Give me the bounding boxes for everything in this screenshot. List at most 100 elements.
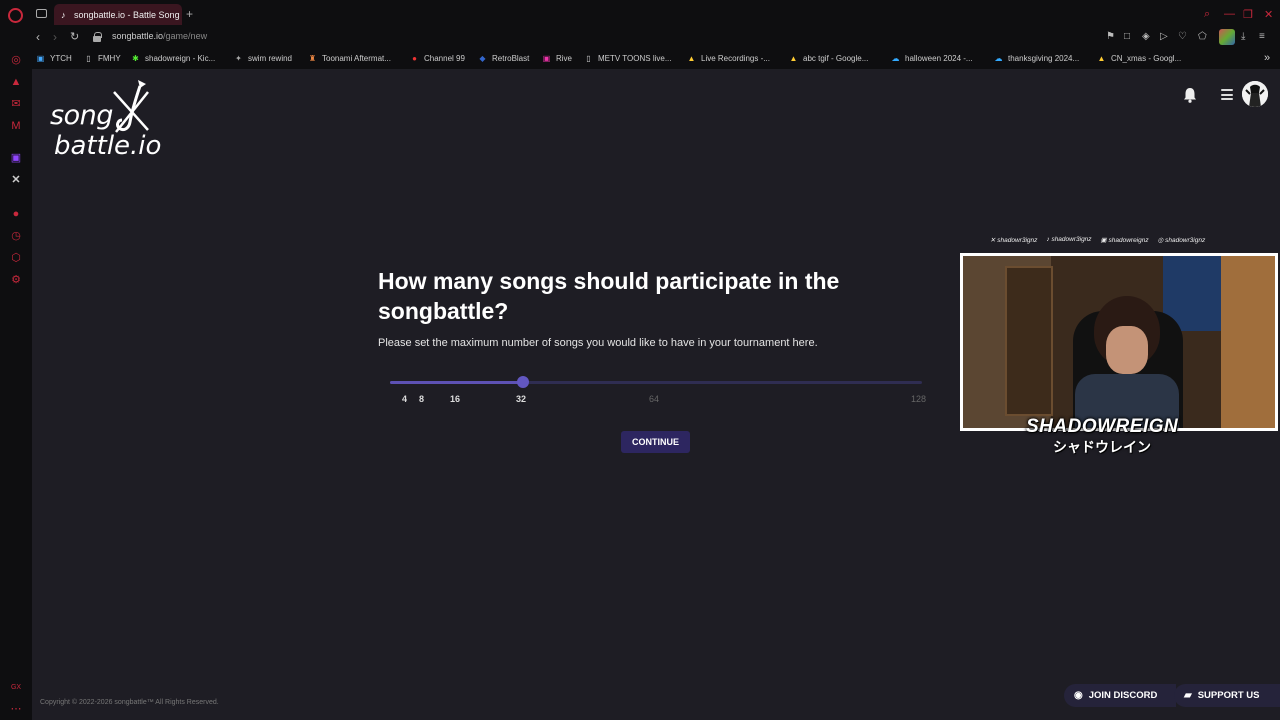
workspaces-icon[interactable] xyxy=(36,9,47,18)
streamer-name-jp: シャドウレイン xyxy=(1053,439,1151,455)
cloud-icon: ☁ xyxy=(891,54,900,63)
back-button[interactable]: ‹ xyxy=(36,30,40,44)
instagram-handle: ◎ shadowr3ignz xyxy=(1157,237,1206,244)
search-icon[interactable]: ⌕ xyxy=(1204,8,1210,21)
slider-thumb[interactable] xyxy=(517,376,529,388)
slider-fill xyxy=(390,381,523,384)
bookmark-item[interactable]: ▯ METV TOONS live... xyxy=(584,54,672,63)
slider-tick[interactable]: 64 xyxy=(649,394,659,404)
bookmark-item[interactable]: ♜ Toonami Aftermat... xyxy=(308,54,391,63)
heart-icon[interactable]: ♡ xyxy=(1178,31,1187,42)
bookmark-label: METV TOONS live... xyxy=(598,54,672,63)
bookmark-label: Live Recordings -... xyxy=(701,54,770,63)
opera-logo-icon[interactable] xyxy=(8,8,23,23)
bookmark-label: swim rewind xyxy=(248,54,293,63)
google-drive-icon: ▲ xyxy=(1097,54,1106,63)
app-root: ◎ ▲ ✉ M ▣ ✕ ● ◷ ⬡ ⚙ GX ⋯ ♪ songbattle.io… xyxy=(0,0,1280,720)
easy-setup-icon[interactable]: ≡ xyxy=(1259,31,1265,42)
bookmark-item[interactable]: ▣ YTCH xyxy=(36,54,72,63)
history-icon[interactable]: ◷ xyxy=(10,230,22,242)
songbattle-logo[interactable]: song battle.io xyxy=(50,78,180,168)
lock-icon[interactable] xyxy=(93,32,102,42)
more-icon[interactable]: ⋯ xyxy=(10,703,22,715)
page-subtext: Please set the maximum number of songs y… xyxy=(378,337,818,349)
slider-tick[interactable]: 4 xyxy=(402,394,407,404)
bookmark-item[interactable]: ▲ abc tgif - Google... xyxy=(789,54,869,63)
bookmark-label: CN_xmas - Googl... xyxy=(1111,54,1182,63)
bookmarks-overflow-icon[interactable]: » xyxy=(1264,52,1270,64)
hamburger-menu-icon[interactable] xyxy=(1221,89,1233,100)
bookmark-item[interactable]: ✦ swim rewind xyxy=(234,54,292,63)
snapshot-icon[interactable]: □ xyxy=(1124,31,1130,42)
maximize-button[interactable]: ❐ xyxy=(1243,8,1253,21)
bookmark-item[interactable]: ▲ Live Recordings -... xyxy=(687,54,770,63)
webcam-shelf xyxy=(1005,266,1053,416)
bookmark-label: FMHY xyxy=(98,54,121,63)
aria-icon[interactable]: ◎ xyxy=(10,54,22,66)
minimize-button[interactable]: — xyxy=(1224,8,1235,20)
bookmark-item[interactable]: ☁ thanksgiving 2024... xyxy=(994,54,1080,63)
gx-icon[interactable]: GX xyxy=(10,682,22,694)
slider-tick[interactable]: 32 xyxy=(516,394,526,404)
join-discord-button[interactable]: ◉ JOIN DISCORD xyxy=(1064,684,1176,707)
slider-tick[interactable]: 8 xyxy=(419,394,424,404)
spotify-icon[interactable]: ● xyxy=(10,208,22,220)
bookmark-item[interactable]: ◆ RetroBlast xyxy=(478,54,529,63)
slider-tick[interactable]: 128 xyxy=(911,394,926,404)
bookmark-item[interactable]: ☁ halloween 2024 -... xyxy=(891,54,973,63)
kick-icon: ✱ xyxy=(132,54,139,63)
notification-bell-icon[interactable] xyxy=(1183,87,1197,103)
bookmark-item[interactable]: ✱ shadowreign - Kic... xyxy=(131,54,215,63)
address-bar: ‹ › ↻ songbattle.io/game/new ⚑ □ ◈ ▷ ♡ ⬠… xyxy=(32,28,1280,48)
song-count-slider[interactable] xyxy=(390,376,922,388)
messenger-icon[interactable]: ✉ xyxy=(10,98,22,110)
tab-bar: ♪ songbattle.io - Battle Song + ⌕ — ❐ ✕ xyxy=(32,0,1280,28)
twitch-icon[interactable]: ▣ xyxy=(10,152,22,164)
close-button[interactable]: ✕ xyxy=(1264,8,1273,21)
bookmark-item[interactable]: ▲ CN_xmas - Googl... xyxy=(1097,54,1182,63)
x-icon[interactable]: ✕ xyxy=(10,174,22,186)
user-avatar[interactable] xyxy=(1242,81,1268,107)
gmail-icon[interactable]: M xyxy=(10,120,22,132)
crypto-wallet-icon[interactable]: ▲ xyxy=(10,76,22,88)
rive-icon: ▣ xyxy=(542,54,551,63)
reload-button[interactable]: ↻ xyxy=(70,30,79,43)
pin-icon[interactable]: ⚑ xyxy=(1106,31,1115,42)
forward-button[interactable]: › xyxy=(53,30,57,44)
bookmark-label: Channel 99 xyxy=(424,54,465,63)
url-host: songbattle.io xyxy=(112,31,164,41)
toonami-icon: ♜ xyxy=(308,54,317,63)
url-field[interactable]: songbattle.io/game/new xyxy=(112,31,207,41)
avatar-figure-icon xyxy=(1242,81,1268,107)
tiktok-handle: ♪ shadowr3ignz xyxy=(1046,236,1092,243)
cloud-icon: ☁ xyxy=(994,54,1003,63)
google-drive-icon: ▲ xyxy=(789,54,798,63)
join-discord-label: JOIN DISCORD xyxy=(1088,690,1158,701)
tab-title: songbattle.io - Battle Song xyxy=(74,9,180,20)
continue-button[interactable]: CONTINUE xyxy=(621,431,690,453)
support-us-button[interactable]: ▰ SUPPORT US xyxy=(1174,684,1280,707)
slider-tick[interactable]: 16 xyxy=(450,394,460,404)
settings-icon[interactable]: ⚙ xyxy=(10,274,22,286)
new-tab-button[interactable]: + xyxy=(186,7,193,21)
download-icon[interactable]: ⤓ xyxy=(1241,31,1245,42)
social-handle: shadowr3ignz xyxy=(997,237,1038,244)
vpn-icon[interactable]: ◈ xyxy=(1142,31,1150,42)
bookmark-label: thanksgiving 2024... xyxy=(1008,54,1080,63)
streamer-name: SHADOWREIGN xyxy=(1026,416,1179,437)
webcam-dresser xyxy=(1221,256,1275,428)
profile-avatar[interactable] xyxy=(1219,29,1235,45)
twitch-handle: ▣ shadowreignz xyxy=(1100,237,1149,244)
saxophone-icon xyxy=(113,80,149,133)
webcam-overlay xyxy=(960,253,1278,431)
page-question-heading: How many songs should participate in the… xyxy=(378,268,840,324)
bookmark-item[interactable]: ▯ FMHY xyxy=(84,54,121,63)
player-icon[interactable]: ▷ xyxy=(1160,31,1168,42)
extensions-icon[interactable]: ⬡ xyxy=(10,252,22,264)
bookmark-item[interactable]: ▣ Rive xyxy=(542,54,572,63)
extensions-puzzle-icon[interactable]: ⬠ xyxy=(1198,31,1207,42)
bookmark-item[interactable]: ● Channel 99 xyxy=(410,54,465,63)
tab-active[interactable]: ♪ songbattle.io - Battle Song xyxy=(54,4,182,25)
swim-icon: ✦ xyxy=(235,54,242,63)
bookmark-label: abc tgif - Google... xyxy=(803,54,869,63)
